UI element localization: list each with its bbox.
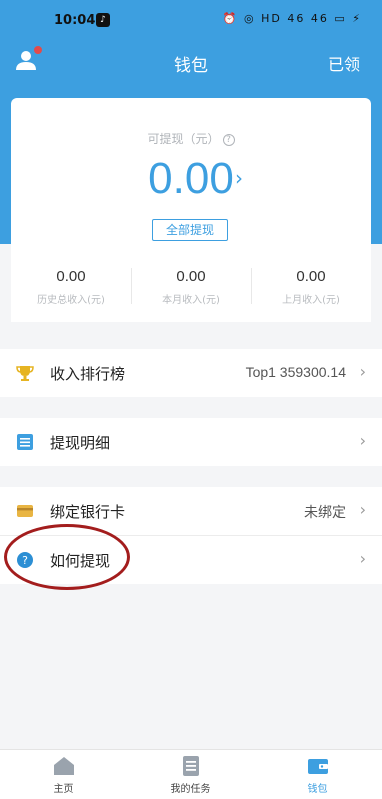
menu-item-label: 提现明细 — [50, 434, 111, 452]
nav-tab-label: 钱包 — [307, 784, 328, 795]
stat-total-income: 0.00 历史总收入(元) — [11, 268, 131, 306]
stat-value: 0.00 — [176, 268, 206, 285]
income-stats: 0.00 历史总收入(元) 0.00 本月收入(元) 0.00 上月收入(元) — [11, 244, 371, 322]
menu-item-withdraw-details[interactable]: 提现明细 › — [0, 418, 382, 466]
stat-label: 上月收入(元) — [282, 295, 340, 306]
stat-value: 0.00 — [296, 268, 326, 285]
app-header: 钱包 已领 — [0, 40, 382, 84]
stat-label: 历史总收入(元) — [37, 295, 105, 306]
card-icon — [17, 505, 33, 517]
home-icon — [53, 757, 74, 775]
chevron-right-icon: › — [359, 431, 366, 450]
stat-month-income: 0.00 本月收入(元) — [131, 268, 251, 306]
menu-item-label: 绑定银行卡 — [50, 503, 126, 521]
annotation-circle — [4, 524, 130, 590]
chevron-right-icon: › — [359, 549, 366, 568]
nav-tab-label: 我的任务 — [170, 784, 211, 795]
menu-item-label: 收入排行榜 — [50, 365, 126, 383]
list-icon — [17, 434, 33, 450]
help-icon[interactable]: ? — [222, 134, 235, 146]
wallet-icon — [307, 759, 328, 774]
withdraw-all-button[interactable]: 全部提现 — [152, 219, 228, 241]
balance-card: 可提现（元）? 0.00 › 全部提现 — [11, 98, 371, 244]
nav-tab-home[interactable]: 主页 — [0, 754, 127, 795]
tiktok-icon: ♪ — [96, 13, 110, 27]
nav-tab-label: 主页 — [53, 784, 74, 795]
chevron-right-icon: › — [359, 500, 366, 519]
bottom-nav: 主页 我的任务 钱包 — [0, 749, 382, 799]
ranking-value: Top1 359300.14 — [245, 364, 346, 380]
nav-tab-my-tasks[interactable]: 我的任务 — [127, 754, 254, 795]
claimed-button[interactable]: 已领 — [328, 51, 360, 75]
withdrawable-label-text: 可提现（元） — [147, 132, 220, 146]
withdrawable-label: 可提现（元）? — [11, 130, 371, 147]
menu-item-ranking[interactable]: 收入排行榜 Top1 359300.14 › — [0, 349, 382, 397]
nav-tab-wallet[interactable]: 钱包 — [254, 754, 381, 795]
trophy-icon — [16, 366, 34, 381]
stat-last-month-income: 0.00 上月收入(元) — [251, 268, 371, 306]
stat-value: 0.00 — [56, 268, 86, 285]
system-status-icons: ⏰ ◎ HD 46 46 ▭ ⚡ — [222, 12, 362, 25]
task-icon — [182, 756, 199, 776]
status-bar: 10:04 ♪ ⏰ ◎ HD 46 46 ▭ ⚡ — [0, 0, 382, 40]
chevron-right-icon[interactable]: › — [235, 166, 243, 190]
status-time: 10:04 — [54, 13, 96, 28]
stat-label: 本月收入(元) — [162, 295, 220, 306]
page-title: 钱包 — [174, 56, 208, 76]
balance-amount[interactable]: 0.00 — [11, 154, 371, 204]
bank-card-status: 未绑定 — [304, 504, 346, 520]
chevron-right-icon: › — [359, 362, 366, 381]
